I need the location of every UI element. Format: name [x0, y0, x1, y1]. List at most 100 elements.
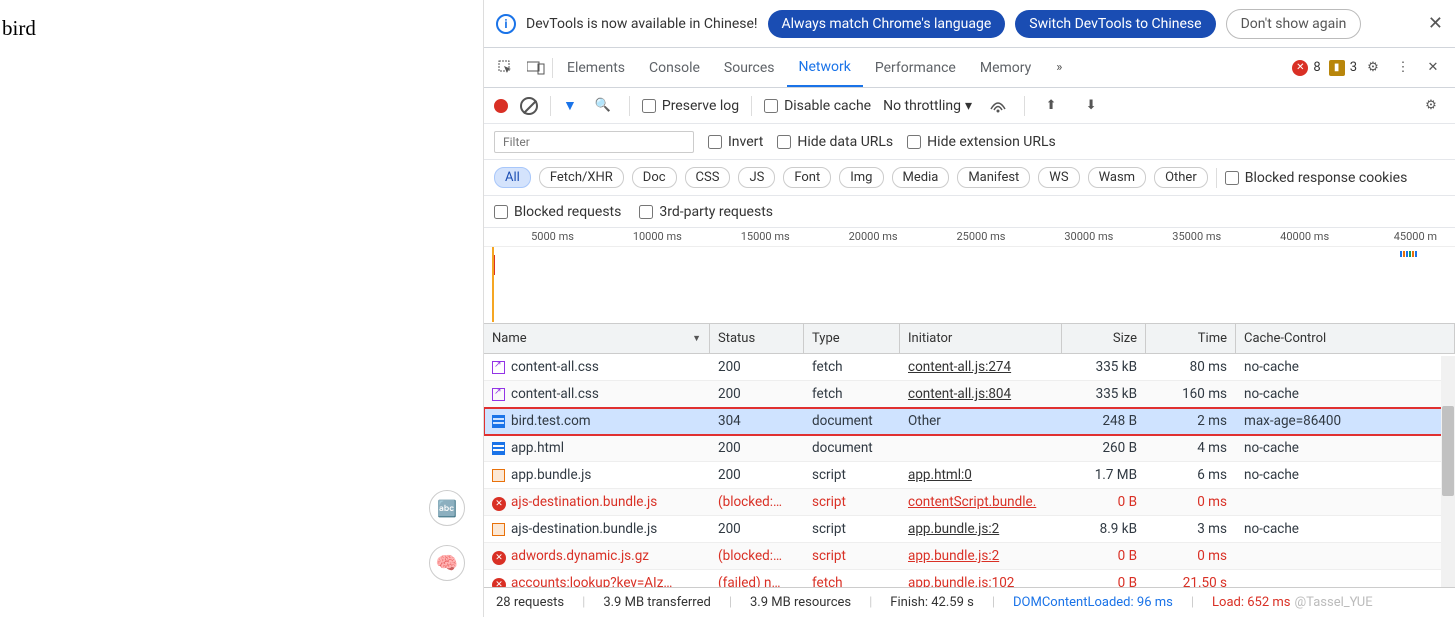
disable-cache-checkbox[interactable]: Disable cache: [764, 98, 871, 114]
cell-name: bird.test.com: [484, 409, 710, 433]
filter-pill-img[interactable]: Img: [839, 167, 883, 188]
close-banner-icon[interactable]: ✕: [1428, 13, 1443, 34]
cell-type: fetch: [804, 355, 900, 379]
request-row[interactable]: bird.test.com304documentOther248 B2 msma…: [484, 408, 1455, 435]
third-party-checkbox[interactable]: 3rd-party requests: [639, 204, 773, 220]
scrollbar[interactable]: [1441, 356, 1455, 587]
request-row[interactable]: app.bundle.js200scriptapp.html:01.7 MB6 …: [484, 462, 1455, 489]
request-row[interactable]: content-all.css200fetchcontent-all.js:80…: [484, 381, 1455, 408]
error-icon: ✕: [492, 578, 506, 588]
scrollbar-thumb[interactable]: [1442, 406, 1454, 496]
kebab-icon[interactable]: ⋮: [1389, 54, 1417, 82]
close-devtools-icon[interactable]: ✕: [1419, 54, 1447, 82]
filter-pill-all[interactable]: All: [494, 167, 531, 188]
search-icon[interactable]: 🔍: [589, 92, 617, 120]
cell-initiator[interactable]: app.bundle.js:2: [900, 517, 1062, 541]
tab-performance[interactable]: Performance: [863, 48, 968, 87]
request-row[interactable]: content-all.css200fetchcontent-all.js:27…: [484, 354, 1455, 381]
col-time[interactable]: Time: [1146, 324, 1236, 353]
blocked-requests-checkbox[interactable]: Blocked requests: [494, 204, 621, 220]
col-initiator[interactable]: Initiator: [900, 324, 1062, 353]
switch-chinese-button[interactable]: Switch DevTools to Chinese: [1015, 10, 1215, 38]
tab-sources[interactable]: Sources: [712, 48, 787, 87]
tab-memory[interactable]: Memory: [968, 48, 1043, 87]
cell-type: document: [804, 436, 900, 460]
record-button[interactable]: [494, 99, 508, 113]
warning-badge-icon[interactable]: ▮: [1329, 60, 1345, 76]
col-status[interactable]: Status: [710, 324, 804, 353]
filter-pill-css[interactable]: CSS: [685, 167, 731, 188]
clear-button[interactable]: [520, 97, 538, 115]
device-icon[interactable]: [522, 54, 550, 82]
filter-pill-js[interactable]: JS: [738, 167, 775, 188]
cell-initiator[interactable]: app.bundle.js:2: [900, 544, 1062, 568]
cell-type: fetch: [804, 571, 900, 587]
dont-show-button[interactable]: Don't show again: [1226, 9, 1362, 39]
cell-initiator: [900, 444, 1062, 452]
js-file-icon: [492, 469, 505, 482]
css-file-icon: [492, 388, 505, 401]
cell-initiator[interactable]: content-all.js:804: [900, 382, 1062, 406]
filter-pill-doc[interactable]: Doc: [632, 167, 677, 188]
filter-row-2: Blocked requests 3rd-party requests: [484, 196, 1455, 228]
col-name[interactable]: Name: [484, 324, 710, 353]
request-row[interactable]: app.html200document260 B4 msno-cache: [484, 435, 1455, 462]
filter-pill-ws[interactable]: WS: [1038, 167, 1079, 188]
tab-elements[interactable]: Elements: [555, 48, 637, 87]
error-badge-icon[interactable]: ✕: [1292, 60, 1308, 76]
cell-name: ✕accounts:lookup?key=AIz…: [484, 571, 710, 588]
cell-size: 0 B: [1062, 571, 1146, 587]
network-conditions-icon[interactable]: [984, 92, 1012, 120]
cell-name: ajs-destination.bundle.js: [484, 517, 710, 541]
blocked-cookies-checkbox[interactable]: Blocked response cookies: [1225, 170, 1408, 186]
settings-icon[interactable]: ⚙: [1359, 54, 1387, 82]
filter-input[interactable]: [494, 131, 694, 153]
timeline-end-markers: [1400, 251, 1417, 257]
cell-initiator[interactable]: app.html:0: [900, 463, 1062, 487]
cell-initiator[interactable]: app.bundle.js:102: [900, 571, 1062, 587]
cell-name: content-all.css: [484, 355, 710, 379]
preserve-log-checkbox[interactable]: Preserve log: [642, 98, 739, 114]
col-cache[interactable]: Cache-Control: [1236, 324, 1455, 353]
cell-status: 200: [710, 355, 804, 379]
col-size[interactable]: Size: [1062, 324, 1146, 353]
filter-pill-other[interactable]: Other: [1154, 167, 1208, 188]
cell-time: 0 ms: [1146, 490, 1236, 514]
cell-initiator[interactable]: contentScript.bundle.: [900, 490, 1062, 514]
cell-cache: no-cache: [1236, 436, 1455, 460]
status-load: Load: 652 ms: [1212, 595, 1290, 610]
cell-size: 248 B: [1062, 409, 1146, 433]
document-file-icon: [492, 442, 505, 455]
filter-pill-fetchxhr[interactable]: Fetch/XHR: [539, 167, 624, 188]
inspect-icon[interactable]: [492, 54, 520, 82]
request-row[interactable]: ajs-destination.bundle.js200scriptapp.bu…: [484, 516, 1455, 543]
translate-button[interactable]: 🔤: [429, 490, 465, 526]
cell-initiator[interactable]: content-all.js:274: [900, 355, 1062, 379]
watermark: @Tassel_YUE: [1294, 595, 1372, 610]
tab-network[interactable]: Network: [787, 48, 863, 87]
import-icon[interactable]: ⬆: [1037, 92, 1065, 120]
filter-pill-wasm[interactable]: Wasm: [1088, 167, 1147, 188]
assistant-button[interactable]: 🧠: [429, 545, 465, 581]
always-match-button[interactable]: Always match Chrome's language: [768, 10, 1006, 38]
cell-status: (blocked:…: [710, 490, 804, 514]
cell-initiator[interactable]: Other: [900, 409, 1062, 433]
col-type[interactable]: Type: [804, 324, 900, 353]
filter-pill-manifest[interactable]: Manifest: [957, 167, 1030, 188]
request-row[interactable]: ✕accounts:lookup?key=AIz…(failed) n…fetc…: [484, 570, 1455, 587]
invert-checkbox[interactable]: Invert: [708, 134, 763, 150]
filter-pill-media[interactable]: Media: [892, 167, 950, 188]
throttling-select[interactable]: No throttling▾: [883, 98, 972, 114]
hide-extension-urls-checkbox[interactable]: Hide extension URLs: [907, 134, 1056, 150]
filter-pill-font[interactable]: Font: [783, 167, 831, 188]
filter-toggle-icon[interactable]: ▼: [563, 97, 577, 114]
tab-console[interactable]: Console: [637, 48, 712, 87]
more-tabs-icon[interactable]: »: [1045, 54, 1073, 82]
export-icon[interactable]: ⬇: [1077, 92, 1105, 120]
cell-cache: [1236, 498, 1455, 506]
network-settings-icon[interactable]: ⚙: [1417, 92, 1445, 120]
request-row[interactable]: ✕ajs-destination.bundle.js(blocked:…scri…: [484, 489, 1455, 516]
hide-data-urls-checkbox[interactable]: Hide data URLs: [777, 134, 893, 150]
timeline-overview[interactable]: 5000 ms10000 ms15000 ms20000 ms25000 ms3…: [484, 228, 1455, 324]
request-row[interactable]: ✕adwords.dynamic.js.gz(blocked:…scriptap…: [484, 543, 1455, 570]
